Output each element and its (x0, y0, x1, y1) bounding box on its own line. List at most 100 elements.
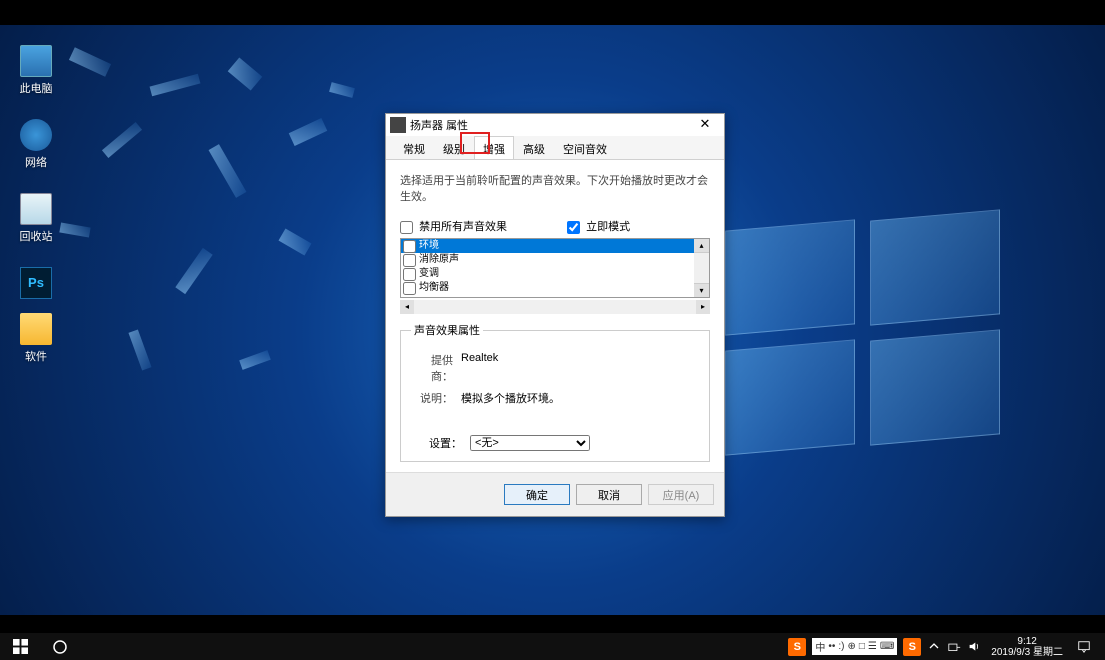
wallpaper-shard (329, 82, 355, 98)
ime-mic-icon[interactable]: ⊕ (847, 641, 855, 652)
notification-icon (1077, 640, 1091, 654)
titlebar[interactable]: 扬声器 属性 ✕ (386, 114, 724, 136)
cortana-button[interactable] (40, 633, 80, 660)
effect-check[interactable] (403, 282, 416, 295)
tray-chevron-icon[interactable] (927, 640, 941, 654)
cancel-button[interactable]: 取消 (576, 484, 642, 505)
dialog-title: 扬声器 属性 (410, 117, 690, 133)
immediate-mode-check-input[interactable] (567, 221, 580, 234)
windows-logo-icon (13, 639, 28, 654)
icon-label: 此电脑 (6, 80, 66, 96)
taskbar: S 中 •• :) ⊕ □ ☰ ⌨ S 9:12 2019/9/3 星期二 (0, 633, 1105, 660)
bottom-letterbox (0, 615, 1105, 633)
dialog-button-bar: 确定 取消 应用(A) (386, 472, 724, 516)
checkbox-label: 禁用所有声音效果 (419, 221, 507, 233)
group-legend: 声音效果属性 (411, 322, 483, 338)
network-icon (20, 119, 52, 151)
setting-label: 设置： (429, 435, 462, 451)
ime-keyboard-icon[interactable]: □ (859, 641, 865, 652)
desktop-icon-recyclebin[interactable]: 回收站 (6, 193, 66, 244)
effect-check[interactable] (403, 268, 416, 281)
clock[interactable]: 9:12 2019/9/3 星期二 (987, 636, 1067, 658)
tab-levels[interactable]: 级别 (434, 136, 474, 159)
immediate-mode-checkbox[interactable]: 立即模式 (567, 218, 630, 234)
scroll-up-button[interactable]: ▴ (694, 239, 709, 253)
icon-label: 软件 (6, 348, 66, 364)
wallpaper-shard (102, 122, 142, 158)
disable-all-check-input[interactable] (400, 221, 413, 234)
desktop-icon-thispc[interactable]: 此电脑 (6, 45, 66, 96)
icon-label: 回收站 (6, 228, 66, 244)
system-tray: S 中 •• :) ⊕ □ ☰ ⌨ S 9:12 2019/9/3 星期二 (778, 636, 1105, 658)
effect-label: 变调 (419, 267, 439, 281)
tab-strip: 常规 级别 增强 高级 空间音效 (386, 136, 724, 160)
desktop-icon-software-folder[interactable]: 软件 (6, 313, 66, 364)
effect-check[interactable] (403, 240, 416, 253)
wallpaper-shard (279, 228, 312, 255)
wallpaper-shard (239, 350, 271, 370)
wallpaper-shard (289, 118, 328, 146)
scroll-down-button[interactable]: ▾ (694, 283, 709, 297)
ime-punctuation-icon[interactable]: •• (828, 641, 835, 652)
provider-label: 提供商： (411, 352, 461, 384)
wallpaper-shard (69, 47, 111, 77)
folder-icon (20, 313, 52, 345)
effect-check[interactable] (403, 254, 416, 267)
checkbox-label: 立即模式 (586, 221, 630, 233)
ime-status-bar[interactable]: 中 •• :) ⊕ □ ☰ ⌨ (812, 638, 897, 655)
ime-softkb-icon[interactable]: ⌨ (880, 641, 894, 652)
list-item[interactable]: 均衡器 (401, 281, 709, 295)
ok-button[interactable]: 确定 (504, 484, 570, 505)
description-value: 模拟多个播放环境。 (461, 390, 560, 406)
tab-advanced[interactable]: 高级 (514, 136, 554, 159)
start-button[interactable] (0, 633, 40, 660)
disable-all-effects-checkbox[interactable]: 禁用所有声音效果 (400, 218, 507, 234)
photoshop-icon: Ps (20, 267, 52, 299)
setting-dropdown[interactable]: <无> (470, 435, 590, 451)
scroll-left-button[interactable]: ◂ (400, 300, 414, 314)
apply-button[interactable]: 应用(A) (648, 484, 714, 505)
description-label: 说明： (411, 390, 461, 406)
wallpaper-shard (128, 329, 151, 370)
effect-label: 环境 (419, 239, 439, 253)
network-tray-icon[interactable] (947, 640, 961, 654)
wallpaper-shard (150, 74, 201, 97)
description-text: 选择适用于当前聆听配置的声音效果。下次开始播放时更改才会生效。 (400, 172, 710, 204)
ime-chinese-icon[interactable]: 中 (815, 639, 825, 654)
desktop-icon-network[interactable]: 网络 (6, 119, 66, 170)
scroll-track[interactable] (414, 300, 696, 314)
cortana-icon (52, 639, 68, 655)
speaker-icon (390, 117, 406, 133)
clock-date: 2019/9/3 星期二 (991, 647, 1063, 658)
scroll-right-button[interactable]: ▸ (696, 300, 710, 314)
top-letterbox (0, 0, 1105, 25)
wallpaper-shard (175, 248, 212, 294)
speaker-properties-dialog: 扬声器 属性 ✕ 常规 级别 增强 高级 空间音效 选择适用于当前聆听配置的声音… (385, 113, 725, 517)
list-item[interactable]: 环境 (401, 239, 709, 253)
ime-menu-icon[interactable]: ☰ (868, 641, 877, 652)
tab-spatial[interactable]: 空间音效 (554, 136, 616, 159)
tab-content: 选择适用于当前聆听配置的声音效果。下次开始播放时更改才会生效。 禁用所有声音效果… (386, 160, 724, 472)
tab-general[interactable]: 常规 (394, 136, 434, 159)
action-center-button[interactable] (1073, 640, 1095, 654)
recyclebin-icon (20, 193, 52, 225)
desktop-icon-photoshop[interactable]: Ps (6, 267, 66, 302)
effect-properties-group: 声音效果属性 提供商： Realtek 说明： 模拟多个播放环境。 设置： <无… (400, 322, 710, 462)
list-item[interactable]: 消除原声 (401, 253, 709, 267)
sogou-tray-icon[interactable]: S (903, 638, 921, 656)
effects-listbox[interactable]: 环境 消除原声 变调 均衡器 ▴ ▾ (400, 238, 710, 298)
wallpaper-shard (209, 144, 247, 198)
tab-enhancements[interactable]: 增强 (474, 136, 514, 159)
effect-label: 消除原声 (419, 253, 459, 267)
horizontal-scrollbar[interactable]: ◂ ▸ (400, 300, 710, 314)
sogou-ime-icon[interactable]: S (788, 638, 806, 656)
vertical-scrollbar[interactable]: ▴ ▾ (694, 239, 709, 297)
ime-emoji-icon[interactable]: :) (838, 641, 844, 652)
close-icon[interactable]: ✕ (690, 116, 720, 134)
list-item[interactable]: 变调 (401, 267, 709, 281)
thispc-icon (20, 45, 52, 77)
wallpaper-windows-logo (725, 225, 1025, 465)
clock-time: 9:12 (991, 636, 1063, 647)
volume-tray-icon[interactable] (967, 640, 981, 654)
provider-value: Realtek (461, 352, 498, 384)
